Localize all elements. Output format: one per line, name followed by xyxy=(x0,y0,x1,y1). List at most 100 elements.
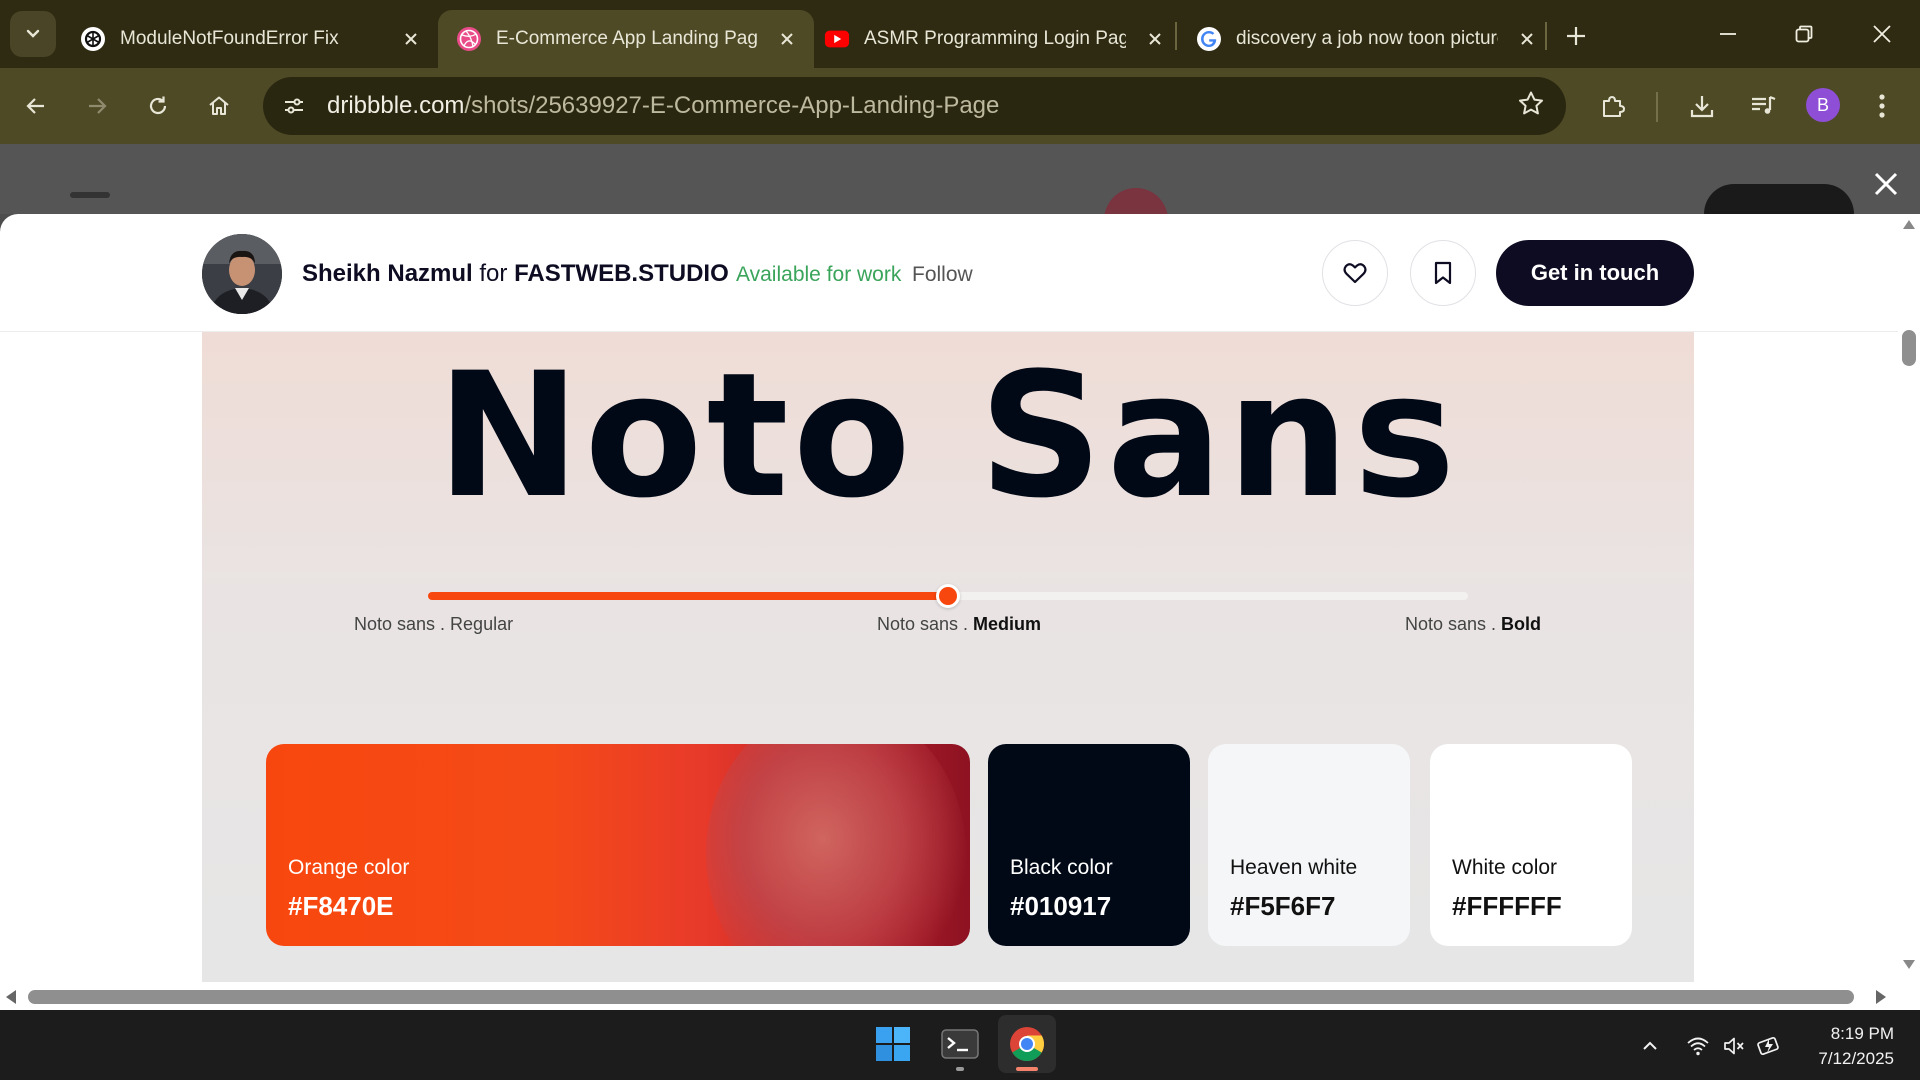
dimmed-background xyxy=(0,144,1920,252)
shot-header: Sheikh Nazmul for FASTWEB.STUDIO Availab… xyxy=(0,214,1920,332)
get-in-touch-button[interactable]: Get in touch xyxy=(1496,240,1694,306)
clock-date: 7/12/2025 xyxy=(1818,1049,1894,1068)
weight-name: Regular xyxy=(450,614,514,634)
tab-separator xyxy=(1545,22,1547,50)
author-name[interactable]: Sheikh Nazmul xyxy=(302,260,473,287)
close-icon[interactable] xyxy=(1142,26,1168,52)
vertical-scroll-thumb[interactable] xyxy=(1902,330,1916,366)
media-control-button[interactable] xyxy=(1743,86,1783,126)
restore-button[interactable] xyxy=(1784,14,1824,54)
horizontal-scroll-thumb[interactable] xyxy=(28,990,1854,1004)
address-bar[interactable]: dribbble.com/shots/25639927-E-Commerce-A… xyxy=(263,77,1566,135)
author-line: Sheikh Nazmul for FASTWEB.STUDIO xyxy=(302,260,729,288)
horizontal-scrollbar[interactable] xyxy=(0,982,1920,1010)
downloads-button[interactable] xyxy=(1682,86,1722,126)
weight-label-bold: Noto sans . Bold xyxy=(1405,614,1541,635)
close-icon xyxy=(1874,172,1898,196)
clock-time: 8:19 PM xyxy=(1830,1024,1894,1043)
shot-artwork: Noto Sans Noto sans . Regular Noto sans … xyxy=(202,332,1694,982)
font-name-title: Noto Sans xyxy=(436,335,1460,536)
swatch-hex: #F5F6F7 xyxy=(1230,891,1336,921)
swatch-label: White color xyxy=(1452,856,1558,879)
arrow-left-icon xyxy=(26,98,44,114)
minimize-button[interactable] xyxy=(1708,14,1748,54)
toolbar-separator xyxy=(1656,92,1658,122)
puzzle-icon xyxy=(1603,96,1625,117)
terminal-taskbar-button[interactable] xyxy=(931,1015,989,1073)
reload-icon xyxy=(149,96,167,115)
system-clock[interactable]: 8:19 PM 7/12/2025 xyxy=(1800,1021,1894,1071)
dribbble-icon xyxy=(456,26,482,52)
close-window-button[interactable] xyxy=(1862,14,1902,54)
save-button[interactable] xyxy=(1410,240,1476,306)
new-tab-button[interactable] xyxy=(1558,18,1594,54)
like-button[interactable] xyxy=(1322,240,1388,306)
restore-icon xyxy=(1795,25,1813,43)
active-indicator xyxy=(1016,1067,1038,1071)
tab-asmr[interactable]: ASMR Programming Login Page xyxy=(806,10,1182,68)
vertical-scrollbar[interactable] xyxy=(1898,214,1920,1010)
slider-fill xyxy=(428,592,948,600)
plus-icon xyxy=(1567,27,1585,45)
extensions-button[interactable] xyxy=(1593,86,1633,126)
tab-strip: ModuleNotFoundError Fix E-Commerce App L… xyxy=(0,0,1920,68)
windows-taskbar: 8:19 PM 7/12/2025 xyxy=(0,1010,1920,1080)
url-text: dribbble.com/shots/25639927-E-Commerce-A… xyxy=(327,92,999,120)
chevron-down-icon xyxy=(26,29,40,38)
start-button[interactable] xyxy=(864,1015,922,1073)
swatch-heaven-white: Heaven white #F5F6F7 xyxy=(1208,744,1410,946)
author-avatar[interactable] xyxy=(202,234,282,314)
browser-menu-button[interactable] xyxy=(1862,86,1902,126)
minimize-icon xyxy=(1720,33,1736,35)
forward-button[interactable] xyxy=(77,86,117,126)
close-icon[interactable] xyxy=(1514,26,1540,52)
tab-search-button[interactable] xyxy=(10,11,56,57)
youtube-icon xyxy=(824,26,850,52)
studio-name[interactable]: FASTWEB.STUDIO xyxy=(514,260,729,287)
swatch-hex: #FFFFFF xyxy=(1452,891,1562,921)
more-vert-icon xyxy=(1879,94,1885,118)
font-weight-slider[interactable] xyxy=(428,584,1468,608)
weight-prefix: Noto sans . xyxy=(354,614,451,634)
follow-button[interactable]: Follow xyxy=(912,263,973,287)
tab-title: E-Commerce App Landing Page xyxy=(496,28,758,49)
scroll-up-arrow[interactable] xyxy=(1903,220,1915,229)
close-shot-button[interactable] xyxy=(1866,164,1906,204)
profile-avatar[interactable]: B xyxy=(1806,88,1840,122)
weight-prefix: Noto sans . xyxy=(1405,614,1502,634)
home-button[interactable] xyxy=(199,86,239,126)
chrome-taskbar-button[interactable] xyxy=(998,1015,1056,1073)
site-info-icon[interactable] xyxy=(277,89,311,123)
tab-ecommerce[interactable]: E-Commerce App Landing Page xyxy=(438,10,814,68)
menu-icon xyxy=(70,192,110,198)
reload-button[interactable] xyxy=(138,86,178,126)
slider-thumb[interactable] xyxy=(936,584,960,608)
close-icon[interactable] xyxy=(398,26,424,52)
swatch-label: Black color xyxy=(1010,856,1113,879)
back-button[interactable] xyxy=(16,86,56,126)
battery-charging-icon[interactable] xyxy=(1756,1032,1784,1060)
scroll-down-arrow[interactable] xyxy=(1903,960,1915,969)
terminal-icon xyxy=(941,1029,979,1059)
wifi-icon[interactable] xyxy=(1684,1032,1712,1060)
show-hidden-icons-button[interactable] xyxy=(1636,1032,1664,1060)
volume-muted-icon[interactable] xyxy=(1720,1032,1748,1060)
swatch-orange: Orange color #F8470E xyxy=(266,744,970,946)
swatch-white: White color #FFFFFF xyxy=(1430,744,1632,946)
browser-toolbar: dribbble.com/shots/25639927-E-Commerce-A… xyxy=(0,68,1920,144)
scroll-right-arrow[interactable] xyxy=(1876,990,1886,1004)
swatch-label: Orange color xyxy=(288,856,410,879)
scroll-left-arrow[interactable] xyxy=(6,990,16,1004)
close-icon[interactable] xyxy=(774,26,800,52)
chatgpt-icon xyxy=(80,26,106,52)
queue-music-icon xyxy=(1752,95,1776,114)
home-icon xyxy=(209,96,229,115)
tab-modulenotfound[interactable]: ModuleNotFoundError Fix xyxy=(62,10,438,68)
bookmark-star-icon[interactable] xyxy=(1516,89,1546,124)
download-icon xyxy=(1690,96,1714,118)
shot-modal: Sheikh Nazmul for FASTWEB.STUDIO Availab… xyxy=(0,214,1920,1010)
tab-discovery[interactable]: discovery a job now toon picture xyxy=(1178,10,1554,68)
weight-name: Bold xyxy=(1501,614,1542,634)
bookmark-icon xyxy=(1434,261,1452,285)
available-for-work[interactable]: Available for work xyxy=(736,263,901,287)
